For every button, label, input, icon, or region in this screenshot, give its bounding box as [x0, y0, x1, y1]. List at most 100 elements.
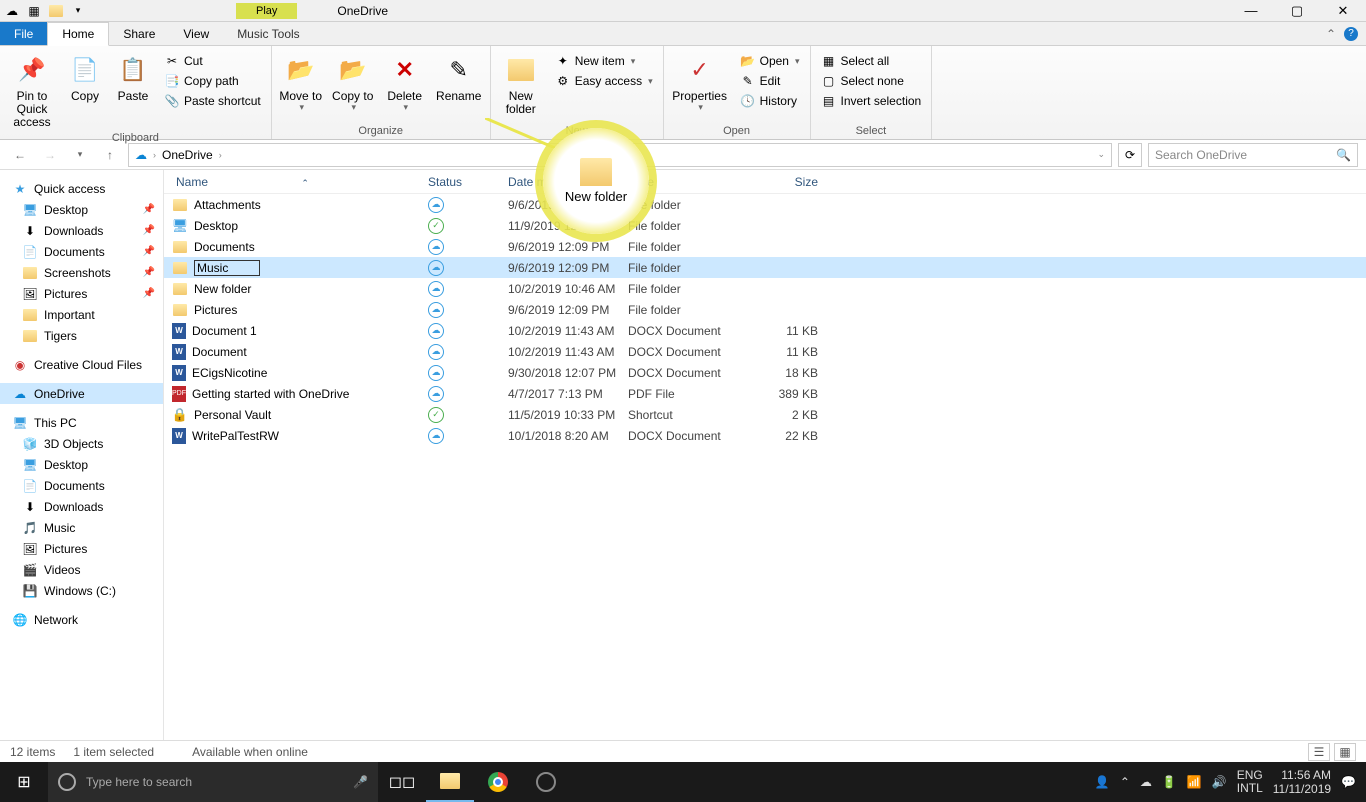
nav-onedrive[interactable]: ☁OneDrive	[0, 383, 163, 404]
task-view-button[interactable]: ◻◻	[378, 762, 426, 802]
file-row[interactable]: ☁9/6/2019 12:09 PMFile folder	[164, 257, 1366, 278]
tray-wifi-icon[interactable]: 📶	[1187, 775, 1202, 789]
taskbar-chrome-icon[interactable]	[474, 762, 522, 802]
file-row[interactable]: Attachments☁9/6/2019 12:09 PMFile folder	[164, 194, 1366, 215]
new-folder-button[interactable]: New folder	[497, 50, 545, 116]
navigation-pane[interactable]: ★Quick access 🖥Desktop📌 ⬇Downloads📌 📄Doc…	[0, 170, 164, 740]
file-row[interactable]: 🔒Personal Vault✓11/5/2019 10:33 PMShortc…	[164, 404, 1366, 425]
tray-volume-icon[interactable]: 🔊	[1212, 775, 1227, 789]
tray-people-icon[interactable]: 👤	[1095, 775, 1110, 789]
breadcrumb-onedrive[interactable]: OneDrive	[162, 148, 213, 162]
edit-button[interactable]: ✎Edit	[736, 72, 804, 90]
easy-access-button[interactable]: ⚙Easy access	[551, 72, 657, 90]
view-details-button[interactable]: ☰	[1308, 743, 1330, 761]
tab-file[interactable]: File	[0, 22, 47, 45]
copy-button[interactable]: 📄 Copy	[64, 50, 106, 103]
invert-selection-button[interactable]: ▤Invert selection	[817, 92, 926, 110]
nav-network[interactable]: 🌐Network	[0, 609, 163, 630]
tray-onedrive-icon[interactable]: ☁	[1140, 775, 1152, 789]
delete-button[interactable]: ✕ Delete	[382, 50, 428, 113]
tray-lang[interactable]: ENGINTL	[1237, 769, 1263, 795]
tab-home[interactable]: Home	[47, 22, 109, 46]
mic-icon[interactable]: 🎤	[353, 775, 368, 789]
properties-button[interactable]: ✓ Properties	[670, 50, 730, 113]
file-row[interactable]: 🖥Desktop✓11/9/2019 12:16 PMFile folder	[164, 215, 1366, 236]
paste-icon: 📋	[117, 54, 149, 86]
close-button[interactable]: ✕	[1320, 0, 1366, 22]
ribbon-collapse-icon[interactable]: ⌃	[1326, 27, 1336, 41]
tray-battery-icon[interactable]: 🔋	[1162, 775, 1177, 789]
nav-documents-2[interactable]: 📄Documents	[0, 475, 163, 496]
pin-quick-access-button[interactable]: 📌 Pin to Quick access	[6, 50, 58, 130]
col-name[interactable]: Name ⌃	[170, 175, 428, 189]
paste-shortcut-button[interactable]: 📎Paste shortcut	[160, 92, 265, 110]
rename-input[interactable]	[194, 260, 260, 276]
nav-tigers[interactable]: Tigers	[0, 325, 163, 346]
nav-pictures-2[interactable]: 🖼Pictures	[0, 538, 163, 559]
forward-button[interactable]: →	[38, 143, 62, 167]
nav-downloads-2[interactable]: ⬇Downloads	[0, 496, 163, 517]
nav-downloads[interactable]: ⬇Downloads📌	[0, 220, 163, 241]
tray-chevron-icon[interactable]: ⌃	[1120, 775, 1130, 789]
nav-important[interactable]: Important	[0, 304, 163, 325]
file-row[interactable]: PDFGetting started with OneDrive☁4/7/201…	[164, 383, 1366, 404]
nav-desktop-2[interactable]: 🖥Desktop	[0, 454, 163, 475]
nav-creative-cloud[interactable]: ◉Creative Cloud Files	[0, 354, 163, 375]
file-row[interactable]: WDocument☁10/2/2019 11:43 AMDOCX Documen…	[164, 341, 1366, 362]
nav-3d-objects[interactable]: 🧊3D Objects	[0, 433, 163, 454]
copy-to-button[interactable]: 📂 Copy to	[330, 50, 376, 113]
new-item-button[interactable]: ✦New item	[551, 52, 657, 70]
back-button[interactable]: ←	[8, 143, 32, 167]
maximize-button[interactable]: ▢	[1274, 0, 1320, 22]
qat-chevron-icon[interactable]: ▾	[70, 3, 86, 19]
qat-properties-icon[interactable]: ▦	[26, 3, 42, 19]
file-name: Attachments	[194, 198, 261, 212]
taskbar-app-icon[interactable]	[522, 762, 570, 802]
search-box[interactable]: Search OneDrive 🔍	[1148, 143, 1358, 167]
nav-windows-c[interactable]: 💾Windows (C:)	[0, 580, 163, 601]
move-to-button[interactable]: 📂 Move to	[278, 50, 324, 113]
rename-button[interactable]: ✎ Rename	[434, 50, 484, 103]
tab-share[interactable]: Share	[109, 22, 169, 45]
help-icon[interactable]: ?	[1344, 27, 1358, 41]
column-headers: Name ⌃ Status Date modified Type Size	[164, 170, 1366, 194]
file-row[interactable]: WECigsNicotine☁9/30/2018 12:07 PMDOCX Do…	[164, 362, 1366, 383]
copy-path-button[interactable]: 📑Copy path	[160, 72, 265, 90]
select-all-icon: ▦	[821, 53, 837, 69]
col-size[interactable]: Size	[748, 175, 818, 189]
minimize-button[interactable]: —	[1228, 0, 1274, 22]
start-button[interactable]: ⊞	[0, 762, 48, 802]
qat-newfolder-icon[interactable]	[48, 3, 64, 19]
nav-documents[interactable]: 📄Documents📌	[0, 241, 163, 262]
taskbar-explorer-icon[interactable]	[426, 762, 474, 802]
up-button[interactable]: ↑	[98, 143, 122, 167]
nav-pictures[interactable]: 🖼Pictures📌	[0, 283, 163, 304]
file-row[interactable]: WWritePalTestRW☁10/1/2018 8:20 AMDOCX Do…	[164, 425, 1366, 446]
tab-view[interactable]: View	[169, 22, 223, 45]
tray-notifications-icon[interactable]: 💬	[1341, 775, 1356, 789]
tray-clock[interactable]: 11:56 AM11/11/2019	[1273, 768, 1331, 797]
select-none-button[interactable]: ▢Select none	[817, 72, 926, 90]
nav-screenshots[interactable]: Screenshots📌	[0, 262, 163, 283]
recent-dropdown[interactable]: ▾	[68, 143, 92, 167]
nav-desktop[interactable]: 🖥Desktop📌	[0, 199, 163, 220]
file-row[interactable]: Pictures☁9/6/2019 12:09 PMFile folder	[164, 299, 1366, 320]
nav-videos[interactable]: 🎬Videos	[0, 559, 163, 580]
nav-this-pc[interactable]: 🖥This PC	[0, 412, 163, 433]
nav-quick-access[interactable]: ★Quick access	[0, 178, 163, 199]
taskbar-search[interactable]: Type here to search 🎤	[48, 762, 378, 802]
cut-button[interactable]: ✂Cut	[160, 52, 265, 70]
col-status[interactable]: Status	[428, 175, 508, 189]
file-row[interactable]: Documents☁9/6/2019 12:09 PMFile folder	[164, 236, 1366, 257]
view-thumbnails-button[interactable]: ▦	[1334, 743, 1356, 761]
contextual-tab-play[interactable]: Play	[236, 3, 297, 19]
open-button[interactable]: 📂Open	[736, 52, 804, 70]
file-row[interactable]: New folder☁10/2/2019 10:46 AMFile folder	[164, 278, 1366, 299]
history-button[interactable]: 🕓History	[736, 92, 804, 110]
select-all-button[interactable]: ▦Select all	[817, 52, 926, 70]
paste-button[interactable]: 📋 Paste	[112, 50, 154, 103]
refresh-button[interactable]: ⟳	[1118, 143, 1142, 167]
file-row[interactable]: WDocument 1☁10/2/2019 11:43 AMDOCX Docum…	[164, 320, 1366, 341]
nav-music[interactable]: 🎵Music	[0, 517, 163, 538]
tab-music-tools[interactable]: Music Tools	[223, 22, 313, 45]
